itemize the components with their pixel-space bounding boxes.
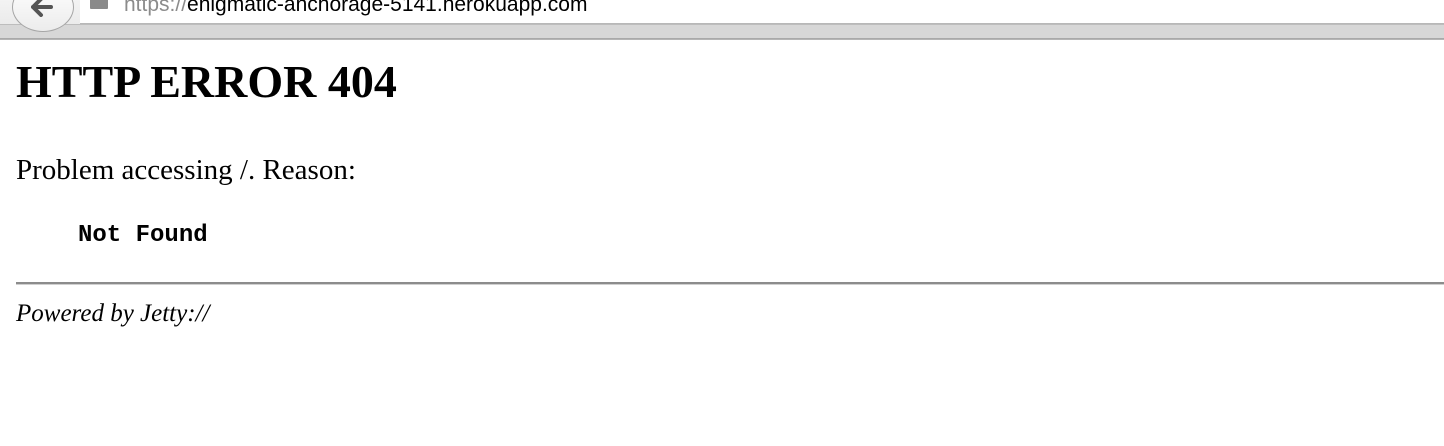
back-arrow-icon [31, 0, 53, 17]
address-url[interactable]: https://enigmatic-anchorage-5141.herokua… [124, 0, 587, 17]
url-scheme: https:// [124, 0, 188, 16]
problem-text: Problem accessing /. Reason: [16, 154, 356, 186]
powered-by-footer: Powered by Jetty:// [16, 300, 210, 327]
reason-text: Not Found [78, 222, 208, 249]
browser-toolbar: https://enigmatic-anchorage-5141.herokua… [0, 0, 1444, 40]
divider [16, 282, 1444, 285]
toolbar-divider [0, 24, 1444, 39]
url-host: enigmatic-anchorage-5141.herokuapp.com [187, 0, 588, 16]
page-title: HTTP ERROR 404 [16, 56, 397, 107]
site-info-icon[interactable] [90, 0, 108, 9]
address-bar[interactable]: https://enigmatic-anchorage-5141.herokua… [80, 0, 1444, 24]
